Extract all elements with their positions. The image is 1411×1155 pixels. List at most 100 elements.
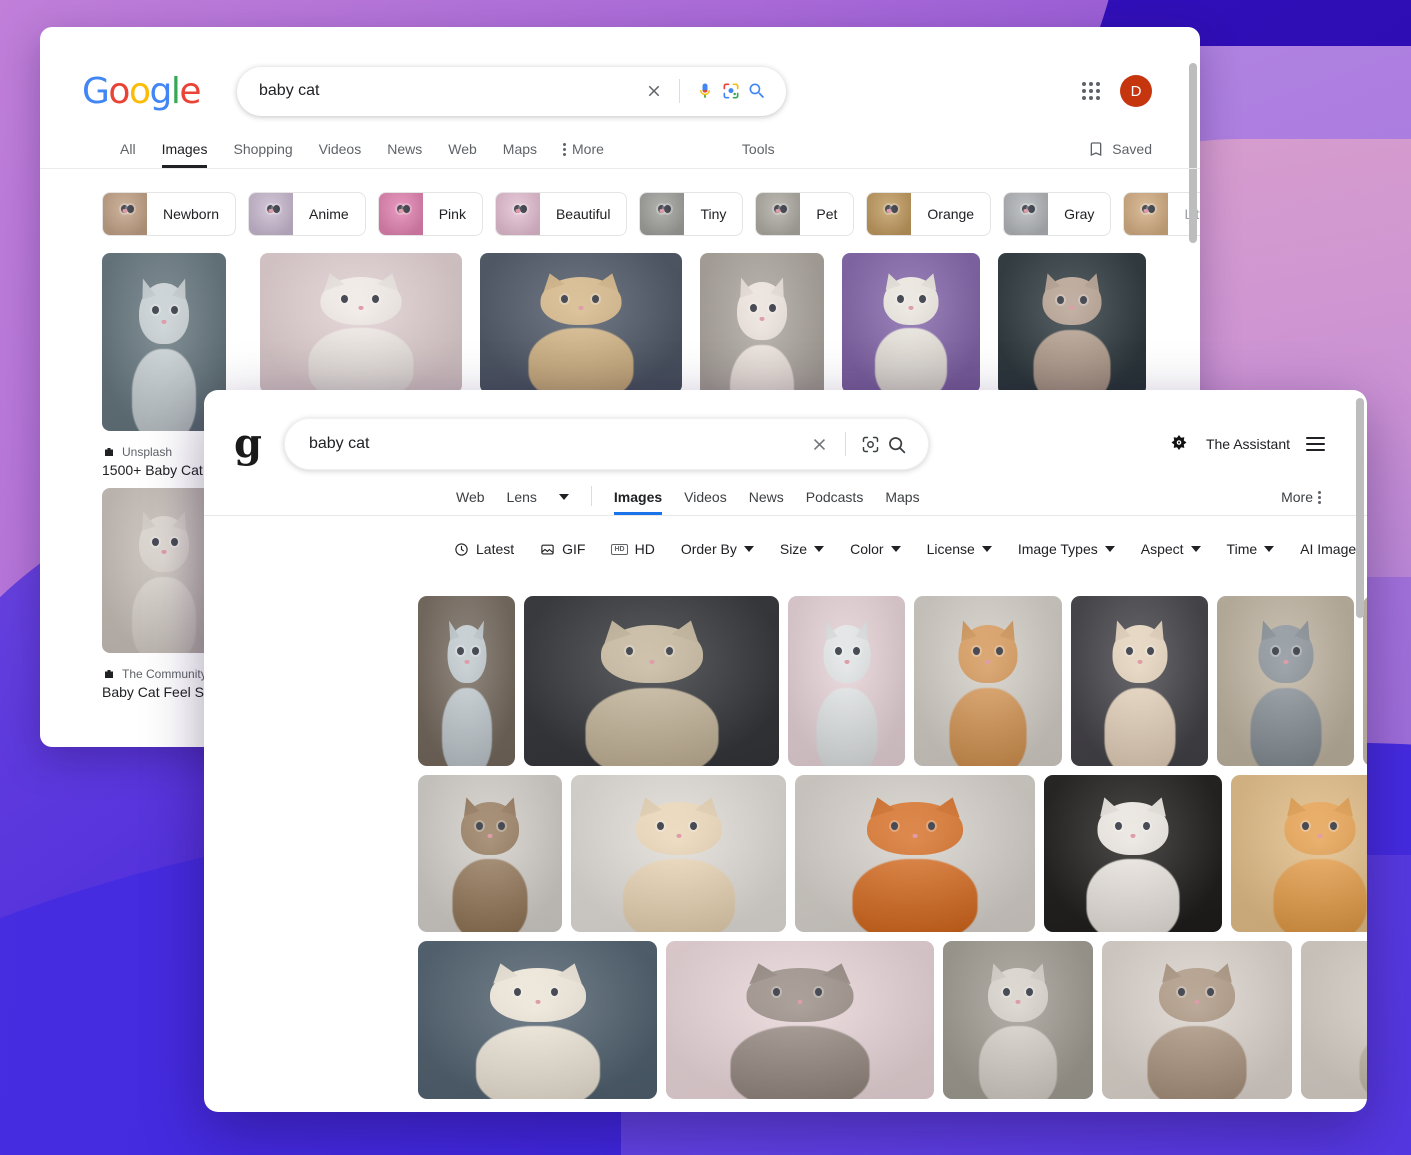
search-bar[interactable] <box>237 67 786 116</box>
image-result-tile[interactable] <box>1102 941 1292 1099</box>
tab-news[interactable]: News <box>749 489 784 515</box>
chip-pink[interactable]: Pink <box>378 192 483 236</box>
search-bar[interactable] <box>284 418 929 470</box>
chip-thumbnail <box>867 192 911 236</box>
tab-web[interactable]: Web <box>448 141 477 168</box>
apps-grid-icon[interactable] <box>1080 80 1102 102</box>
image-result-tile[interactable] <box>998 253 1146 395</box>
image-result-tile[interactable] <box>842 253 980 393</box>
search-input[interactable] <box>259 82 641 100</box>
vertical-scrollbar[interactable] <box>1356 398 1364 618</box>
tab-videos[interactable]: Videos <box>319 141 362 168</box>
more-button[interactable]: More <box>563 141 604 168</box>
filter-order-by[interactable]: Order By <box>681 541 754 557</box>
filter-time[interactable]: Time <box>1227 541 1275 557</box>
saved-button[interactable]: Saved <box>1088 141 1152 168</box>
google-lens-icon[interactable] <box>718 78 744 104</box>
tab-web[interactable]: Web <box>456 489 485 515</box>
image-result-tile[interactable] <box>788 596 905 766</box>
image-result-tile[interactable] <box>914 596 1062 766</box>
image-result-tile[interactable] <box>666 941 934 1099</box>
chevron-down-icon[interactable] <box>744 546 754 552</box>
chevron-down-icon[interactable] <box>1191 546 1201 552</box>
kitten-photo <box>496 192 540 236</box>
bookmark-icon <box>1088 141 1104 157</box>
clear-icon[interactable] <box>807 431 833 457</box>
chevron-down-icon[interactable] <box>559 487 569 515</box>
related-search-chips[interactable]: Newborn Anime Pink Beautiful Tiny Pet Orange Gr… <box>40 169 1200 241</box>
filter-size[interactable]: Size <box>780 541 824 557</box>
filter-color[interactable]: Color <box>850 541 900 557</box>
tab-lens[interactable]: Lens <box>507 489 537 515</box>
search-icon[interactable] <box>884 431 910 457</box>
search-input[interactable] <box>309 435 807 453</box>
image-result-tile[interactable] <box>1231 775 1367 932</box>
filter-license[interactable]: License <box>927 541 992 557</box>
chip-tiny[interactable]: Tiny <box>639 192 743 236</box>
lens-camera-icon[interactable] <box>858 431 884 457</box>
chevron-down-icon[interactable] <box>814 546 824 552</box>
kitten-photo <box>1301 941 1367 1099</box>
chevron-down-icon[interactable] <box>982 546 992 552</box>
filter-hd[interactable]: HDHD <box>611 541 654 557</box>
tab-shopping[interactable]: Shopping <box>233 141 292 168</box>
filter-gif[interactable]: GIF <box>540 541 585 557</box>
assistant-star-icon[interactable] <box>1168 433 1190 455</box>
image-result-tile[interactable] <box>795 775 1035 932</box>
tab-maps[interactable]: Maps <box>503 141 537 168</box>
hamburger-menu-icon[interactable] <box>1306 437 1325 451</box>
filter-aspect[interactable]: Aspect <box>1141 541 1201 557</box>
kitten-photo <box>943 941 1093 1099</box>
image-result-tile[interactable] <box>260 253 462 393</box>
image-result-tile[interactable] <box>418 775 562 932</box>
image-result-tile[interactable] <box>524 596 779 766</box>
chip-orange[interactable]: Orange <box>866 192 991 236</box>
image-result-tile[interactable] <box>943 941 1093 1099</box>
chip-pet[interactable]: Pet <box>755 192 854 236</box>
tab-all[interactable]: All <box>120 141 136 168</box>
chip-beautiful[interactable]: Beautiful <box>495 192 627 236</box>
tab-maps[interactable]: Maps <box>885 489 919 515</box>
image-result-tile[interactable] <box>1071 596 1208 766</box>
image-result-tile[interactable] <box>418 941 657 1099</box>
ghostery-header: g The Assis <box>204 390 1367 476</box>
tab-news[interactable]: News <box>387 141 422 168</box>
image-result-tile[interactable] <box>1363 596 1367 766</box>
ghostery-logo[interactable]: g <box>234 424 262 464</box>
avatar[interactable]: D <box>1120 75 1152 107</box>
chip-anime[interactable]: Anime <box>248 192 366 236</box>
image-result-tile[interactable] <box>1044 775 1222 932</box>
filter-latest[interactable]: Latest <box>454 541 514 557</box>
chip-newborn[interactable]: Newborn <box>102 192 236 236</box>
chevron-down-icon[interactable] <box>1264 546 1274 552</box>
chevron-down-icon[interactable] <box>891 546 901 552</box>
image-result-tile[interactable] <box>1301 941 1367 1099</box>
image-result-tile[interactable] <box>571 775 786 932</box>
chip-gray[interactable]: Gray <box>1003 192 1111 236</box>
filter-image-types[interactable]: Image Types <box>1018 541 1115 557</box>
image-result-tile[interactable] <box>418 596 515 766</box>
header-actions: D <box>1080 75 1200 107</box>
image-result-tile[interactable] <box>1217 596 1354 766</box>
chip-thumbnail <box>640 192 684 236</box>
kitten-photo <box>666 941 934 1099</box>
tools-button[interactable]: Tools <box>742 141 775 168</box>
result-source-name: Unsplash <box>122 445 172 459</box>
image-result-tile[interactable] <box>480 253 682 393</box>
clear-icon[interactable] <box>641 78 667 104</box>
tab-videos[interactable]: Videos <box>684 489 727 515</box>
microphone-icon[interactable] <box>692 78 718 104</box>
tab-images[interactable]: Images <box>614 489 662 515</box>
chevron-down-icon[interactable] <box>1105 546 1115 552</box>
kebab-icon <box>563 143 566 156</box>
more-button[interactable]: More <box>1281 489 1321 515</box>
assistant-label[interactable]: The Assistant <box>1206 436 1290 452</box>
ghostery-images-window[interactable]: g The Assis <box>204 390 1367 1112</box>
tab-images[interactable]: Images <box>162 141 208 168</box>
tab-podcasts[interactable]: Podcasts <box>806 489 864 515</box>
kitten-photo <box>788 596 905 766</box>
kitten-photo <box>524 596 779 766</box>
google-logo[interactable]: Google <box>82 71 200 112</box>
kitten-photo <box>1363 596 1367 766</box>
search-icon[interactable] <box>744 78 770 104</box>
